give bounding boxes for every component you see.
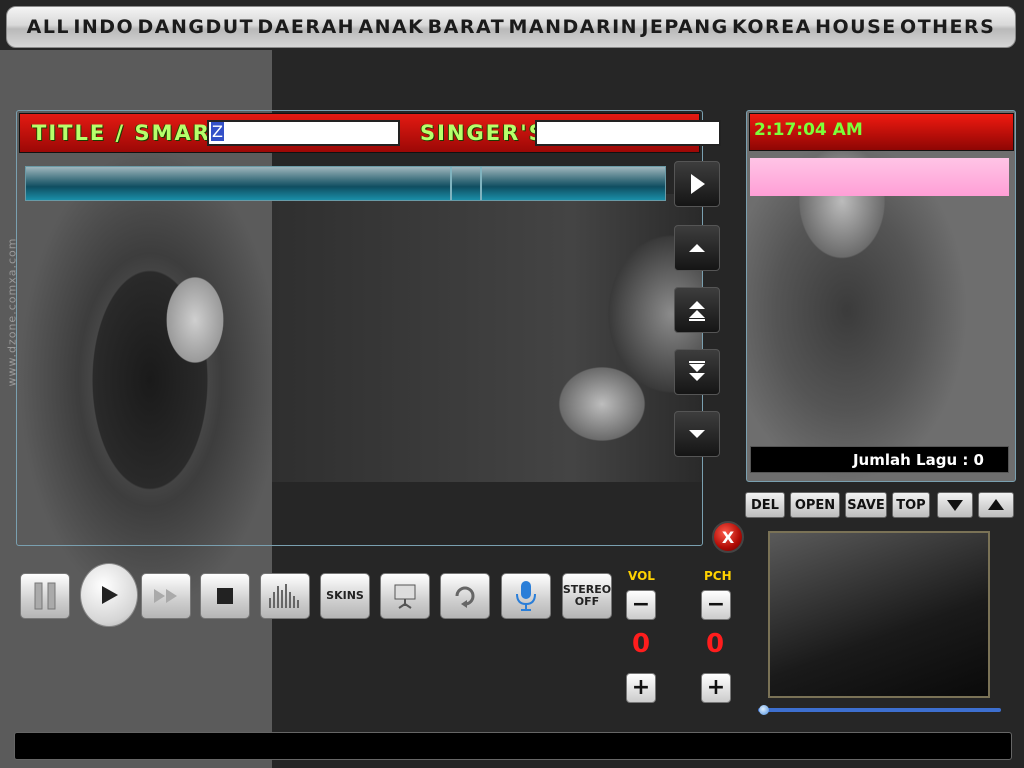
projector-screen-icon xyxy=(394,584,416,609)
song-count-label: Jumlah Lagu : 0 xyxy=(750,446,1009,473)
page-down-icon[interactable] xyxy=(674,411,720,457)
open-button[interactable]: OPEN xyxy=(790,492,840,518)
title-search-value: Z xyxy=(211,122,224,141)
volume-up-button[interactable]: + xyxy=(626,673,656,703)
status-bar xyxy=(14,732,1012,760)
selected-song-row[interactable] xyxy=(25,166,666,201)
slideshow-button[interactable] xyxy=(380,573,430,619)
move-down-button[interactable] xyxy=(937,492,973,518)
repeat-icon xyxy=(455,586,475,608)
move-up-button[interactable] xyxy=(978,492,1014,518)
play-icon xyxy=(102,586,118,604)
search-bar: TITLE / SMART Z SINGER'S xyxy=(19,113,721,153)
category-daerah[interactable]: DAERAH xyxy=(257,16,355,38)
play-right-icon[interactable] xyxy=(674,161,720,207)
singer-search-label: SINGER'S xyxy=(420,121,546,145)
category-anak[interactable]: ANAK xyxy=(358,16,424,38)
delete-button[interactable]: DEL xyxy=(745,492,785,518)
pause-button[interactable] xyxy=(20,573,70,619)
category-all[interactable]: ALL xyxy=(27,16,70,38)
title-search-input[interactable]: Z xyxy=(207,120,400,146)
clock-display: 2:17:04 AM xyxy=(749,113,1014,151)
stereo-label: STEREO OFF xyxy=(563,584,611,608)
close-button[interactable]: X xyxy=(712,521,744,553)
microphone-icon xyxy=(516,581,536,611)
category-korea[interactable]: KOREA xyxy=(732,16,812,38)
play-button[interactable] xyxy=(80,563,138,627)
singer-search-input[interactable] xyxy=(535,120,721,146)
category-mandarin[interactable]: MANDARIN xyxy=(508,16,638,38)
volume-label: VOL xyxy=(628,569,655,583)
volume-down-button[interactable]: − xyxy=(626,590,656,620)
category-others[interactable]: OTHERS xyxy=(900,16,995,38)
video-preview[interactable] xyxy=(768,531,990,698)
category-barat[interactable]: BARAT xyxy=(428,16,506,38)
playlist-selected-item[interactable] xyxy=(750,158,1009,196)
category-jepang[interactable]: JEPANG xyxy=(641,16,728,38)
pause-icon xyxy=(34,582,56,610)
category-indo[interactable]: INDO xyxy=(73,16,134,38)
equalizer-icon xyxy=(269,584,299,608)
pitch-up-button[interactable]: + xyxy=(701,673,731,703)
save-button[interactable]: SAVE xyxy=(845,492,887,518)
equalizer-button[interactable] xyxy=(260,573,310,619)
triangle-up-icon xyxy=(988,499,1004,510)
skins-button[interactable]: SKINS xyxy=(320,573,370,619)
triangle-down-icon xyxy=(947,500,963,511)
next-button[interactable] xyxy=(141,573,191,619)
category-dangdut[interactable]: DANGDUT xyxy=(137,16,254,38)
top-button[interactable]: TOP xyxy=(892,492,930,518)
selection-divider xyxy=(480,167,482,200)
pitch-value: 0 xyxy=(706,629,725,659)
pitch-label: PCH xyxy=(704,569,732,583)
video-progress-knob[interactable] xyxy=(759,705,769,715)
page-down-double-icon[interactable] xyxy=(674,349,720,395)
selection-divider xyxy=(450,167,452,200)
category-house[interactable]: HOUSE xyxy=(815,16,897,38)
video-progress-slider[interactable] xyxy=(758,708,1001,712)
microphone-button[interactable] xyxy=(501,573,551,619)
fast-forward-icon xyxy=(154,589,177,603)
pitch-down-button[interactable]: − xyxy=(701,590,731,620)
repeat-button[interactable] xyxy=(440,573,490,619)
stop-button[interactable] xyxy=(200,573,250,619)
stereo-label-line2: OFF xyxy=(574,595,600,608)
page-up-double-icon[interactable] xyxy=(674,287,720,333)
stop-icon xyxy=(217,588,233,604)
volume-value: 0 xyxy=(632,629,651,659)
category-bar: ALL INDO DANGDUT DAERAH ANAK BARAT MANDA… xyxy=(6,6,1016,48)
page-up-icon[interactable] xyxy=(674,225,720,271)
skins-label: SKINS xyxy=(326,589,364,602)
stereo-toggle-button[interactable]: STEREO OFF xyxy=(562,573,612,619)
title-search-label: TITLE / SMART xyxy=(32,121,227,145)
